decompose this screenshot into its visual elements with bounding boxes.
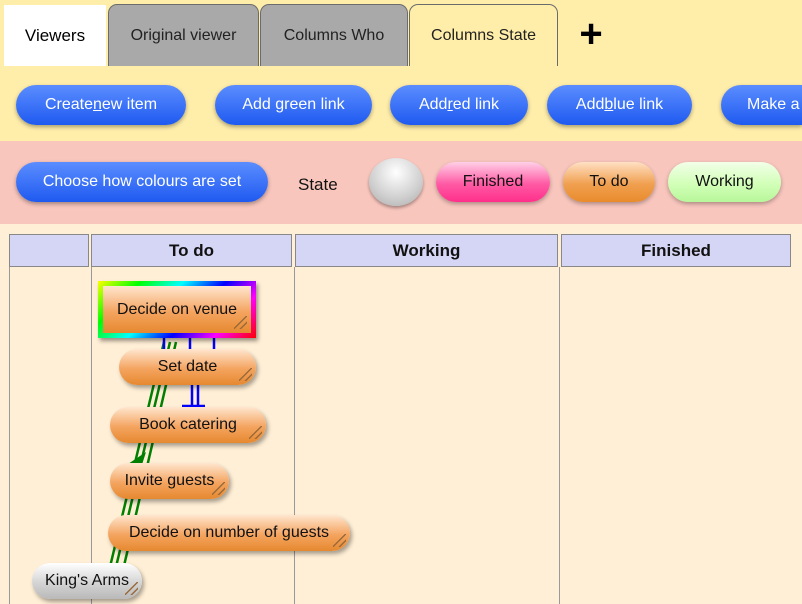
tab-columns-state[interactable]: Columns State <box>409 4 558 66</box>
add-tab-plus-icon[interactable]: + <box>574 14 608 54</box>
colour-bar: Choose how colours are set State Finishe… <box>0 141 802 224</box>
tab-label: Columns Who <box>283 26 385 44</box>
resize-grip-icon[interactable] <box>333 534 346 547</box>
make-button[interactable]: Make a <box>721 85 802 125</box>
tab-viewers[interactable]: Viewers <box>4 5 106 66</box>
resize-grip-icon[interactable] <box>249 426 262 439</box>
column-header-to-do: To do <box>91 234 292 267</box>
add-green-link-button[interactable]: Add green link <box>215 85 372 125</box>
resize-grip-icon[interactable] <box>239 368 252 381</box>
card-label: Invite guests <box>124 472 215 489</box>
resize-grip-icon[interactable] <box>212 482 225 495</box>
column-divider <box>559 267 560 604</box>
tab-bar: Viewers Original viewer Columns Who Colu… <box>0 0 802 66</box>
choose-colours-button[interactable]: Choose how colours are set <box>16 162 268 202</box>
card-kings-arms[interactable]: King's Arms <box>32 563 142 599</box>
state-swatch-finished[interactable]: Finished <box>436 162 550 202</box>
card-label: King's Arms <box>45 572 129 589</box>
column-divider <box>9 267 10 604</box>
resize-grip-icon[interactable] <box>234 316 247 329</box>
tab-label: Columns State <box>431 26 536 44</box>
state-swatch-to-do[interactable]: To do <box>563 162 655 202</box>
card-decide-on-number-of-guests[interactable]: Decide on number of guests <box>108 515 350 551</box>
column-header-unassigned <box>9 234 89 267</box>
column-divider <box>294 267 295 604</box>
column-header-working: Working <box>295 234 558 267</box>
card-label: Decide on venue <box>116 300 238 318</box>
card-invite-guests[interactable]: Invite guests <box>110 463 229 499</box>
state-label: State <box>298 175 338 194</box>
tab-original-viewer[interactable]: Original viewer <box>108 4 259 66</box>
card-label: Set date <box>157 358 218 375</box>
card-book-catering[interactable]: Book catering <box>110 407 266 443</box>
card-set-date[interactable]: Set date <box>119 349 256 385</box>
column-header-finished: Finished <box>561 234 791 267</box>
column-divider <box>91 267 92 604</box>
tab-columns-who[interactable]: Columns Who <box>260 4 408 66</box>
toolbar: Create n ew item Add green link Add r ed l… <box>0 66 802 141</box>
card-label: Decide on number of guests <box>128 524 330 541</box>
card-label: Book catering <box>139 416 237 433</box>
add-blue-link-button[interactable]: Add b lue link <box>547 85 692 125</box>
create-new-item-button[interactable]: Create n ew item <box>16 85 186 125</box>
resize-grip-icon[interactable] <box>125 582 138 595</box>
state-swatch-working[interactable]: Working <box>668 162 781 202</box>
card-decide-on-venue[interactable]: Decide on venue <box>98 281 256 338</box>
tab-label: Viewers <box>24 25 86 45</box>
add-red-link-button[interactable]: Add r ed link <box>390 85 528 125</box>
tab-label: Original viewer <box>130 26 237 44</box>
state-swatch-none[interactable] <box>369 158 423 206</box>
board: To do Working Finished Decide on venue S… <box>0 224 802 604</box>
